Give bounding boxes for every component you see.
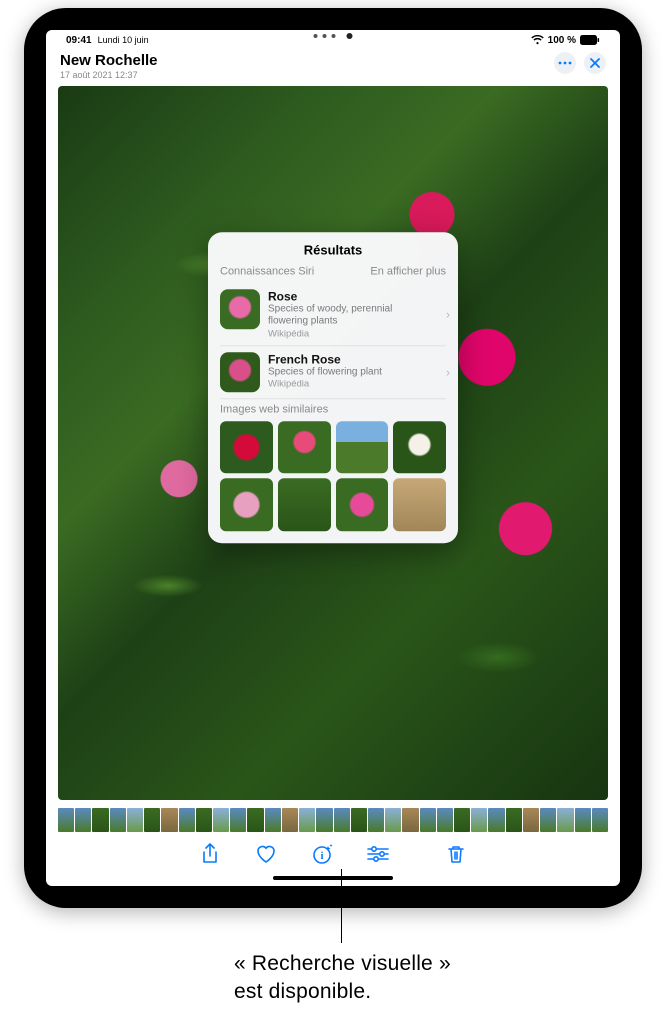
similar-image[interactable] [220, 479, 273, 532]
bottom-toolbar: i [46, 832, 620, 872]
result-description: Species of flowering plant [268, 366, 434, 379]
adjust-button[interactable] [366, 842, 390, 866]
location-title: New Rochelle [60, 52, 158, 69]
similar-images-label: Images web similaires [220, 403, 446, 415]
share-button[interactable] [198, 842, 222, 866]
callout-text: « Recherche visuelle » est disponible. [234, 950, 451, 1007]
filmstrip-thumb[interactable] [592, 808, 608, 832]
more-button[interactable] [554, 52, 576, 74]
similar-image[interactable] [336, 421, 389, 474]
chevron-right-icon: › [446, 365, 450, 379]
photo-header: New Rochelle 17 août 2021 12:37 [46, 48, 620, 86]
filmstrip-thumb[interactable] [368, 808, 384, 832]
filmstrip-thumb[interactable] [92, 808, 108, 832]
callout-line2: est disponible. [234, 980, 371, 1003]
filmstrip-thumb[interactable] [179, 808, 195, 832]
siri-knowledge-label: Connaissances Siri [220, 265, 314, 277]
filmstrip-thumb[interactable] [110, 808, 126, 832]
similar-image[interactable] [393, 421, 446, 474]
filmstrip-thumb[interactable] [454, 808, 470, 832]
filmstrip-thumb[interactable] [334, 808, 350, 832]
result-name: French Rose [268, 352, 434, 366]
filmstrip-thumb[interactable] [75, 808, 91, 832]
filmstrip-thumb[interactable] [299, 808, 315, 832]
callout-line1: « Recherche visuelle » [234, 952, 451, 975]
battery-percent: 100 % [548, 35, 576, 46]
photo-filmstrip[interactable] [46, 804, 620, 832]
result-name: Rose [268, 289, 434, 303]
filmstrip-thumb[interactable] [230, 808, 246, 832]
screen: 09:41 Lundi 10 juin 100 % New Rochelle 1… [46, 30, 620, 886]
filmstrip-thumb[interactable] [161, 808, 177, 832]
filmstrip-thumb[interactable] [540, 808, 556, 832]
battery-icon [580, 35, 600, 45]
filmstrip-thumb[interactable] [488, 808, 504, 832]
status-time: 09:41 [66, 35, 92, 46]
filmstrip-thumb[interactable] [437, 808, 453, 832]
visual-lookup-button[interactable]: i [310, 842, 334, 866]
delete-button[interactable] [444, 842, 468, 866]
status-date: Lundi 10 juin [98, 35, 149, 45]
filmstrip-thumb[interactable] [575, 808, 591, 832]
similar-images-grid [220, 421, 446, 532]
similar-image[interactable] [278, 421, 331, 474]
favorite-button[interactable] [254, 842, 278, 866]
filmstrip-thumb[interactable] [557, 808, 573, 832]
result-item[interactable]: Rose Species of woody, perennial floweri… [220, 283, 446, 346]
chevron-right-icon: › [446, 307, 450, 321]
filmstrip-thumb[interactable] [247, 808, 263, 832]
callout-leader-line [341, 869, 342, 943]
result-item[interactable]: French Rose Species of flowering plant W… [220, 346, 446, 399]
photo-datetime: 17 août 2021 12:37 [60, 70, 158, 80]
close-button[interactable] [584, 52, 606, 74]
result-thumbnail [220, 352, 260, 392]
filmstrip-thumb[interactable] [471, 808, 487, 832]
filmstrip-thumb[interactable] [265, 808, 281, 832]
home-indicator[interactable] [273, 876, 393, 880]
filmstrip-thumb[interactable] [144, 808, 160, 832]
ipad-frame: 09:41 Lundi 10 juin 100 % New Rochelle 1… [24, 8, 642, 908]
result-thumbnail [220, 289, 260, 329]
filmstrip-thumb[interactable] [58, 808, 74, 832]
filmstrip-thumb[interactable] [127, 808, 143, 832]
filmstrip-thumb[interactable] [316, 808, 332, 832]
result-description: Species of woody, perennial flowering pl… [268, 303, 434, 328]
filmstrip-thumb[interactable] [385, 808, 401, 832]
similar-image[interactable] [336, 479, 389, 532]
popup-title: Résultats [220, 242, 446, 257]
filmstrip-thumb[interactable] [351, 808, 367, 832]
filmstrip-thumb[interactable] [523, 808, 539, 832]
result-source: Wikipédia [268, 378, 434, 389]
filmstrip-thumb[interactable] [196, 808, 212, 832]
filmstrip-thumb[interactable] [420, 808, 436, 832]
svg-text:i: i [320, 850, 323, 862]
similar-image[interactable] [393, 479, 446, 532]
show-more-link[interactable]: En afficher plus [370, 265, 446, 277]
filmstrip-thumb[interactable] [282, 808, 298, 832]
similar-image[interactable] [220, 421, 273, 474]
filmstrip-thumb[interactable] [506, 808, 522, 832]
photo-viewport[interactable]: Résultats Connaissances Siri En afficher… [46, 86, 620, 804]
camera-pill [314, 33, 353, 39]
similar-image[interactable] [278, 479, 331, 532]
wifi-icon [531, 35, 544, 45]
visual-lookup-popup: Résultats Connaissances Siri En afficher… [208, 232, 458, 544]
filmstrip-thumb[interactable] [213, 808, 229, 832]
filmstrip-thumb[interactable] [402, 808, 418, 832]
result-source: Wikipédia [268, 328, 434, 339]
